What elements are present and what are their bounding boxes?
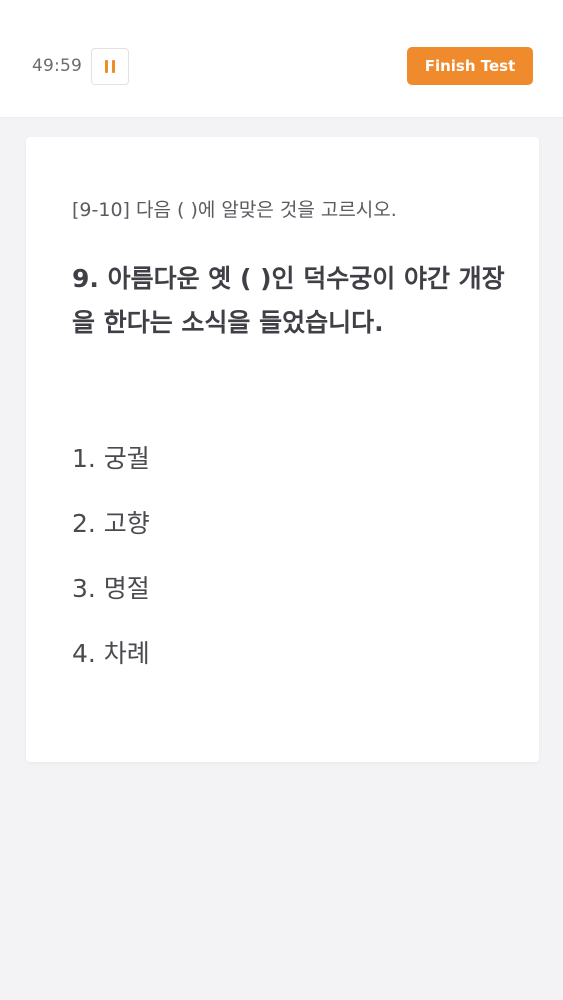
- pause-icon: [105, 60, 115, 73]
- answer-option-4[interactable]: 4. 차례: [72, 634, 150, 699]
- answer-options: 1. 궁궐 2. 고향 3. 명절 4. 차례: [72, 439, 150, 699]
- pause-button[interactable]: [91, 48, 129, 85]
- question-card: [9-10] 다음 ( )에 알맞은 것을 고르시오. 9. 아름다운 옛 ( …: [26, 137, 539, 762]
- answer-option-3[interactable]: 3. 명절: [72, 569, 150, 634]
- top-bar: 49:59 Finish Test: [0, 0, 563, 118]
- question-instruction: [9-10] 다음 ( )에 알맞은 것을 고르시오.: [72, 199, 397, 221]
- answer-option-2[interactable]: 2. 고향: [72, 504, 150, 569]
- answer-option-1[interactable]: 1. 궁궐: [72, 439, 150, 504]
- finish-test-button[interactable]: Finish Test: [407, 47, 533, 85]
- timer: 49:59: [32, 56, 82, 76]
- question-text: 9. 아름다운 옛 ( )인 덕수궁이 야간 개장을 한다는 소식을 들었습니다…: [72, 264, 505, 337]
